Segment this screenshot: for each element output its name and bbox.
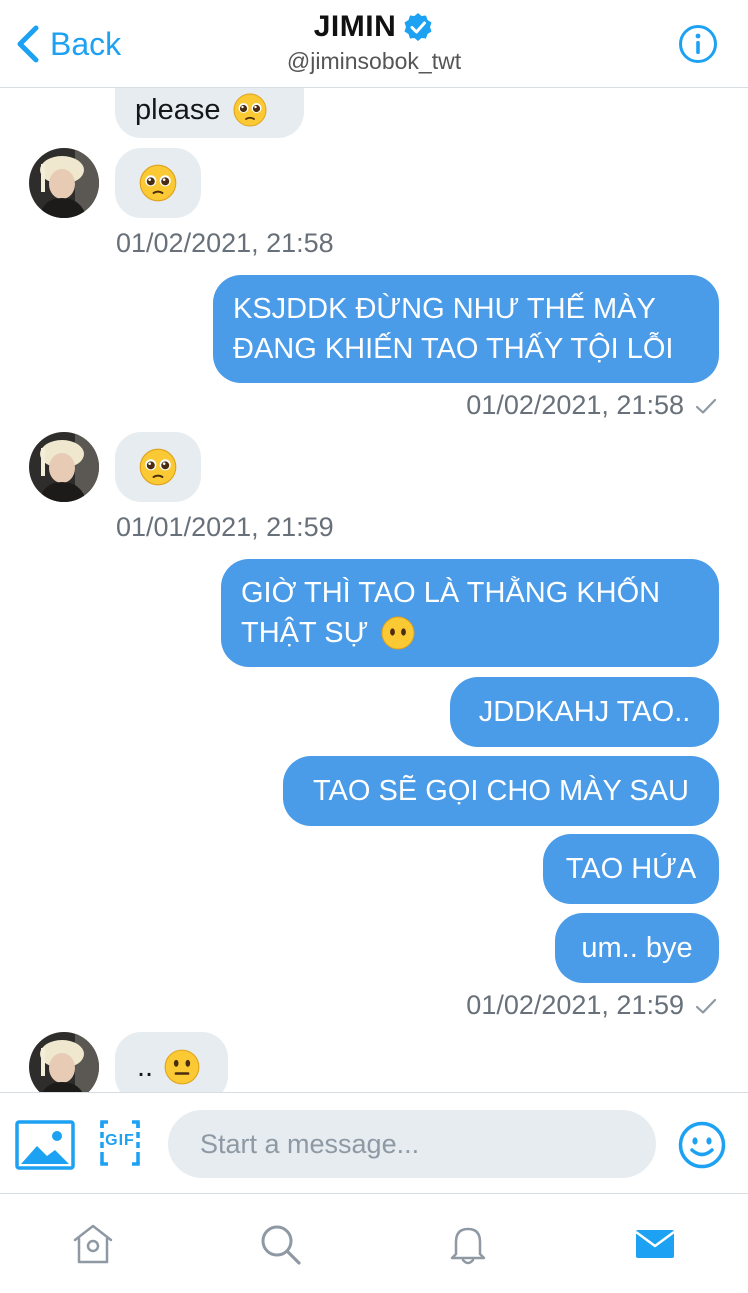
message-text: TAO HỨA — [565, 853, 697, 885]
message-timestamp: 01/02/2021, 21:58 — [116, 228, 334, 258]
message-text-line: GIỜ THÌ TAO LÀ THẰNG KHỐN — [241, 577, 661, 609]
outgoing-message[interactable]: TAO HỨA — [543, 834, 719, 904]
check-icon — [695, 998, 717, 1014]
message-timestamp: 01/02/2021, 21:58 — [466, 390, 684, 420]
gif-label: GIF — [105, 1132, 135, 1149]
incoming-message[interactable]: .. — [115, 1032, 228, 1092]
incoming-message[interactable] — [115, 432, 201, 502]
info-icon[interactable] — [678, 24, 718, 64]
message-list[interactable]: please 01/02/2021, 21:58 KSJDDK ĐỪNG NHƯ… — [0, 88, 748, 1092]
verified-badge-icon — [404, 13, 432, 41]
face-without-mouth-emoji — [381, 616, 415, 650]
outgoing-message[interactable]: GIỜ THÌ TAO LÀ THẰNG KHỐN THẬT SỰ — [221, 559, 719, 667]
message-composer: GIF — [0, 1092, 748, 1194]
bottom-tab-bar — [0, 1194, 748, 1293]
pleading-face-emoji — [139, 448, 177, 486]
message-text-line: KSJDDK ĐỪNG NHƯ THẾ MÀY — [233, 293, 656, 325]
pleading-face-emoji — [233, 93, 267, 127]
contact-avatar[interactable] — [29, 432, 99, 502]
contact-name: JIMIN — [313, 10, 397, 43]
message-text-line: THẬT SỰ — [241, 617, 369, 649]
message-text: JDDKAHJ TAO.. — [478, 696, 691, 728]
conversation-header: Back JIMIN @jiminsobok_twt — [0, 0, 748, 88]
contact-avatar[interactable] — [29, 1032, 99, 1092]
message-text: please — [135, 94, 221, 126]
message-timestamp: 01/01/2021, 21:59 — [116, 512, 334, 542]
smiley-icon[interactable] — [678, 1121, 726, 1169]
message-text: .. — [137, 1051, 154, 1083]
message-input[interactable] — [168, 1110, 656, 1178]
neutral-face-emoji — [164, 1049, 200, 1085]
outgoing-message[interactable]: KSJDDK ĐỪNG NHƯ THẾ MÀY ĐANG KHIẾN TAO T… — [213, 275, 719, 383]
message-timestamp: 01/02/2021, 21:59 — [466, 990, 684, 1020]
outgoing-message[interactable]: JDDKAHJ TAO.. — [450, 677, 719, 747]
home-icon[interactable] — [71, 1222, 115, 1266]
message-text-line: ĐANG KHIẾN TAO THẤY TỘI LỖI — [233, 333, 674, 365]
envelope-icon[interactable] — [633, 1222, 677, 1266]
check-icon — [695, 398, 717, 414]
message-text: TAO SẼ GỌI CHO MÀY SAU — [313, 775, 689, 807]
search-icon[interactable] — [258, 1222, 302, 1266]
contact-avatar[interactable] — [29, 148, 99, 218]
outgoing-message[interactable]: TAO SẼ GỌI CHO MÀY SAU — [283, 756, 719, 826]
message-status: 01/02/2021, 21:58 — [466, 390, 718, 421]
incoming-message[interactable]: please — [115, 88, 304, 138]
incoming-message[interactable] — [115, 148, 201, 218]
conversation-title[interactable]: JIMIN @jiminsobok_twt — [0, 10, 748, 75]
bell-icon[interactable] — [446, 1222, 490, 1266]
message-text: um.. bye — [581, 932, 693, 964]
message-status: 01/02/2021, 21:59 — [466, 990, 718, 1021]
outgoing-message[interactable]: um.. bye — [555, 913, 719, 983]
gif-icon[interactable]: GIF — [100, 1118, 140, 1168]
image-icon[interactable] — [15, 1120, 75, 1170]
pleading-face-emoji — [139, 164, 177, 202]
contact-handle: @jiminsobok_twt — [286, 48, 462, 74]
